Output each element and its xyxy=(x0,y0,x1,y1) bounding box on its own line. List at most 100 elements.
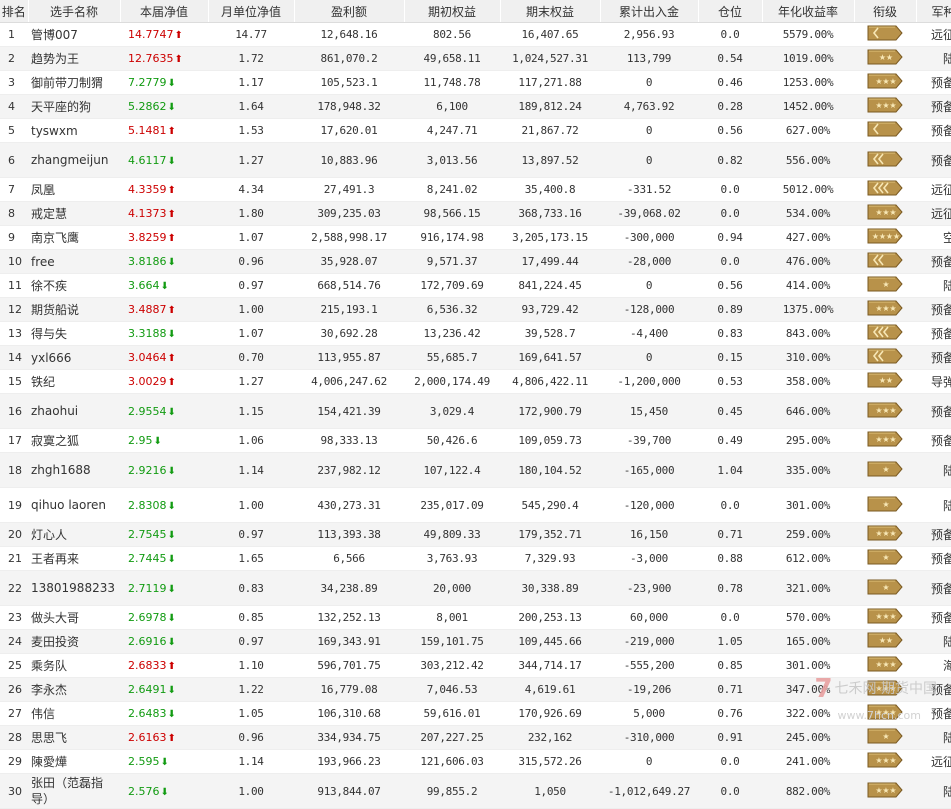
rank-badge-cell: ★★★ xyxy=(854,523,916,547)
table-row[interactable]: 23做头大哥2.6978⬇0.85132,252.138,001200,253.… xyxy=(0,606,951,630)
nav-value: 4.3359 xyxy=(128,183,167,196)
header-profit[interactable]: 盈利额 xyxy=(294,0,404,23)
branch-cell: 预备役 xyxy=(916,143,951,178)
table-row[interactable]: 24麦田投资2.6916⬇0.97169,343.91159,101.75109… xyxy=(0,630,951,654)
table-row[interactable]: 22138019882332.7119⬇0.8334,238.8920,0003… xyxy=(0,571,951,606)
player-name[interactable]: free xyxy=(28,250,120,274)
header-rank[interactable]: 排名 xyxy=(0,0,28,23)
rank-insignia-icon xyxy=(866,23,904,46)
annual-return-cell: 427.00% xyxy=(762,226,854,250)
position-cell: 0.0 xyxy=(698,488,762,523)
player-name[interactable]: 南京飞鹰 xyxy=(28,226,120,250)
table-row[interactable]: 3御前带刀制猬7.2779⬇1.17105,523.111,748.78117,… xyxy=(0,71,951,95)
table-row[interactable]: 2趋势为王12.7635⬆1.72861,070.249,658.111,024… xyxy=(0,47,951,71)
net-flow-cell: 113,799 xyxy=(600,47,698,71)
branch-cell: 导弹部 xyxy=(916,370,951,394)
header-end-equity[interactable]: 期末权益 xyxy=(500,0,600,23)
player-name[interactable]: 戒定慧 xyxy=(28,202,120,226)
player-name[interactable]: 伟信 xyxy=(28,702,120,726)
table-row[interactable]: 16zhaohui2.9554⬇1.15154,421.393,029.4172… xyxy=(0,394,951,429)
nav-cell: 2.95⬇ xyxy=(120,429,208,453)
svg-text:★: ★ xyxy=(889,304,896,313)
table-row[interactable]: 30张田（范磊指导）2.576⬇1.00913,844.0799,855.21,… xyxy=(0,774,951,809)
player-name[interactable]: 徐不疾 xyxy=(28,274,120,298)
table-row[interactable]: 21王者再来2.7445⬇1.656,5663,763.937,329.93-3… xyxy=(0,547,951,571)
player-name[interactable]: 天平座的狗 xyxy=(28,95,120,119)
svg-text:★: ★ xyxy=(889,406,896,415)
player-name[interactable]: 王者再来 xyxy=(28,547,120,571)
player-name[interactable]: 御前带刀制猬 xyxy=(28,71,120,95)
monthly-nav-cell: 1.22 xyxy=(208,678,294,702)
player-name[interactable]: qihuo laoren xyxy=(28,488,120,523)
table-row[interactable]: 1管博00714.7747⬆14.7712,648.16802.5616,407… xyxy=(0,23,951,47)
header-monthly-nav[interactable]: 月单位净值 xyxy=(208,0,294,23)
player-name[interactable]: 灯心人 xyxy=(28,523,120,547)
player-name[interactable]: 做头大哥 xyxy=(28,606,120,630)
header-annual-return[interactable]: 年化收益率 xyxy=(762,0,854,23)
net-flow-cell: 15,450 xyxy=(600,394,698,429)
table-row[interactable]: 26李永杰2.6491⬇1.2216,779.087,046.534,619.6… xyxy=(0,678,951,702)
table-row[interactable]: 28思思飞2.6163⬆0.96334,934.75207,227.25232,… xyxy=(0,726,951,750)
player-name[interactable]: 乘务队 xyxy=(28,654,120,678)
rank-badge-cell: ★★★ xyxy=(854,750,916,774)
branch-cell: 预备役 xyxy=(916,95,951,119)
table-row[interactable]: 14yxl6663.0464⬆0.70113,955.8755,685.7169… xyxy=(0,346,951,370)
header-start-equity[interactable]: 期初权益 xyxy=(404,0,500,23)
player-name[interactable]: 麦田投资 xyxy=(28,630,120,654)
table-row[interactable]: 12期货船说3.4887⬆1.00215,193.16,536.3293,729… xyxy=(0,298,951,322)
header-net-flow[interactable]: 累计出入金 xyxy=(600,0,698,23)
rank-cell: 14 xyxy=(0,346,28,370)
header-player-name[interactable]: 选手名称 xyxy=(28,0,120,23)
player-name[interactable]: 得与失 xyxy=(28,322,120,346)
annual-return-cell: 1375.00% xyxy=(762,298,854,322)
table-row[interactable]: 11徐不疾3.664⬇0.97668,514.76172,709.69841,2… xyxy=(0,274,951,298)
table-row[interactable]: 4天平座的狗5.2862⬇1.64178,948.326,100189,812.… xyxy=(0,95,951,119)
profit-cell: 132,252.13 xyxy=(294,606,404,630)
table-row[interactable]: 29陳愛燁2.595⬇1.14193,966.23121,606.03315,5… xyxy=(0,750,951,774)
player-name[interactable]: 趋势为王 xyxy=(28,47,120,71)
nav-value: 2.6483 xyxy=(128,707,167,720)
table-row[interactable]: 9南京飞鹰3.8259⬆1.072,588,998.17916,174.983,… xyxy=(0,226,951,250)
table-row[interactable]: 27伟信2.6483⬇1.05106,310.6859,616.01170,92… xyxy=(0,702,951,726)
player-name[interactable]: zhangmeijun xyxy=(28,143,120,178)
player-name[interactable]: 张田（范磊指导） xyxy=(28,774,120,809)
player-name[interactable]: 李永杰 xyxy=(28,678,120,702)
table-row[interactable]: 18zhgh16882.9216⬇1.14237,982.12107,122.4… xyxy=(0,453,951,488)
table-row[interactable]: 10free3.8186⬇0.9635,928.079,571.3717,499… xyxy=(0,250,951,274)
table-row[interactable]: 5tyswxm5.1481⬆1.5317,620.014,247.7121,86… xyxy=(0,119,951,143)
arrow-down-icon: ⬇ xyxy=(161,757,169,768)
branch-cell: 预备役 xyxy=(916,119,951,143)
table-row[interactable]: 25乘务队2.6833⬆1.10596,701.75303,212.42344,… xyxy=(0,654,951,678)
position-cell: 0.85 xyxy=(698,654,762,678)
branch-cell: 陆军 xyxy=(916,453,951,488)
table-row[interactable]: 17寂寞之狐2.95⬇1.0698,333.1350,426.6109,059.… xyxy=(0,429,951,453)
profit-cell: 668,514.76 xyxy=(294,274,404,298)
table-row[interactable]: 7凤凰4.3359⬆4.3427,491.38,241.0235,400.8-3… xyxy=(0,178,951,202)
player-name[interactable]: 期货船说 xyxy=(28,298,120,322)
player-name[interactable]: 陳愛燁 xyxy=(28,750,120,774)
table-row[interactable]: 8戒定慧4.1373⬆1.80309,235.0398,566.15368,73… xyxy=(0,202,951,226)
table-row[interactable]: 15铁纪3.0029⬆1.274,006,247.622,000,174.494… xyxy=(0,370,951,394)
nav-value: 2.6491 xyxy=(128,683,167,696)
header-position[interactable]: 仓位 xyxy=(698,0,762,23)
site-watermark: 7七禾网·期货中国 xyxy=(814,674,937,704)
player-name[interactable]: 铁纪 xyxy=(28,370,120,394)
table-row[interactable]: 19qihuo laoren2.8308⬇1.00430,273.31235,0… xyxy=(0,488,951,523)
table-row[interactable]: 6zhangmeijun4.6117⬇1.2710,883.963,013.56… xyxy=(0,143,951,178)
player-name[interactable]: 管博007 xyxy=(28,23,120,47)
table-row[interactable]: 13得与失3.3188⬇1.0730,692.2813,236.4239,528… xyxy=(0,322,951,346)
player-name[interactable]: 寂寞之狐 xyxy=(28,429,120,453)
player-name[interactable]: yxl666 xyxy=(28,346,120,370)
player-name[interactable]: zhaohui xyxy=(28,394,120,429)
player-name[interactable]: zhgh1688 xyxy=(28,453,120,488)
table-row[interactable]: 20灯心人2.7545⬇0.97113,393.3849,809.33179,3… xyxy=(0,523,951,547)
header-nav[interactable]: 本届净值 xyxy=(120,0,208,23)
start-equity-cell: 9,571.37 xyxy=(404,250,500,274)
nav-value: 3.0464 xyxy=(128,351,167,364)
rank-badge-cell: ★★★ xyxy=(854,95,916,119)
monthly-nav-cell: 1.53 xyxy=(208,119,294,143)
player-name[interactable]: 凤凰 xyxy=(28,178,120,202)
player-name[interactable]: tyswxm xyxy=(28,119,120,143)
player-name[interactable]: 13801988233 xyxy=(28,571,120,606)
player-name[interactable]: 思思飞 xyxy=(28,726,120,750)
